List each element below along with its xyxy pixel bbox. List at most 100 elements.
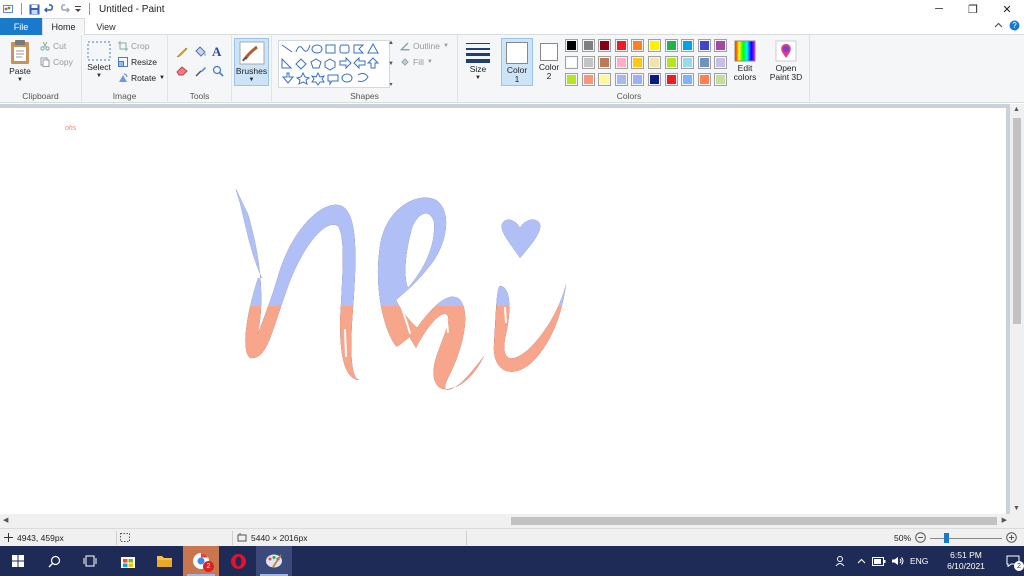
scroll-right-icon[interactable]: ▶	[1002, 516, 1007, 524]
taskbar-opera[interactable]	[220, 546, 256, 576]
save-icon[interactable]	[29, 4, 40, 15]
fill-bucket-icon[interactable]	[194, 45, 207, 60]
select-button[interactable]: Select ▼	[85, 41, 113, 81]
outline-button[interactable]: Outline ▼	[400, 41, 449, 51]
color2-button[interactable]: Color 2	[535, 40, 563, 81]
tab-file[interactable]: File	[0, 18, 42, 35]
open-paint3d-button[interactable]: Open Paint 3D	[767, 40, 805, 82]
size-button[interactable]: Size ▼	[463, 41, 493, 83]
pencil-icon[interactable]	[176, 46, 188, 60]
text-tool-icon[interactable]: A	[212, 44, 221, 60]
color-swatch[interactable]	[664, 39, 678, 52]
clock[interactable]: 6:51 PM 6/10/2021	[940, 550, 992, 572]
notification-center-button[interactable]: 2	[1000, 555, 1024, 571]
cut-button[interactable]: Cut	[40, 41, 66, 51]
color-swatch[interactable]	[631, 39, 645, 52]
crop-button[interactable]: Crop	[118, 41, 149, 51]
paint-app-icon[interactable]	[2, 3, 14, 15]
collapse-ribbon-icon[interactable]	[994, 21, 1003, 32]
battery-icon[interactable]	[870, 556, 888, 566]
vertical-scroll-thumb[interactable]	[1013, 118, 1021, 324]
taskbar-chrome[interactable]: 2	[183, 546, 219, 576]
drawing-canvas[interactable]: ohs	[0, 108, 1006, 514]
brushes-button[interactable]: Brushes ▼	[234, 38, 269, 86]
fill-button[interactable]: Fill ▼	[400, 57, 433, 67]
taskbar-app-store[interactable]	[110, 546, 146, 576]
magnifier-icon[interactable]	[212, 65, 224, 79]
color-picker-icon[interactable]	[195, 65, 207, 79]
color-swatch[interactable]	[581, 56, 595, 69]
undo-icon[interactable]	[44, 3, 55, 15]
color-swatch[interactable]	[681, 39, 695, 52]
open-paint3d-label-2: Paint 3D	[769, 72, 803, 82]
color-swatch[interactable]	[697, 39, 711, 52]
color-swatch[interactable]	[631, 73, 645, 86]
color-swatch[interactable]	[714, 39, 728, 52]
color-swatch[interactable]	[614, 73, 628, 86]
color-swatch-fill	[616, 41, 626, 50]
color-swatch[interactable]	[648, 39, 661, 52]
zoom-slider[interactable]	[930, 533, 1003, 543]
volume-icon[interactable]	[888, 556, 906, 566]
color-swatch[interactable]	[681, 73, 695, 86]
tab-view[interactable]: View	[85, 18, 127, 35]
color-swatch[interactable]	[697, 73, 711, 86]
shapes-gallery[interactable]	[278, 40, 390, 88]
edit-colors-button[interactable]: Edit colors	[731, 40, 759, 82]
taskbar-file-explorer[interactable]	[146, 546, 182, 576]
search-icon	[48, 555, 60, 567]
people-icon[interactable]	[830, 555, 852, 567]
zoom-out-button[interactable]	[915, 531, 926, 545]
restore-button[interactable]: ❐	[956, 0, 990, 18]
redo-icon[interactable]	[59, 3, 70, 15]
language-indicator[interactable]: ENG	[910, 556, 936, 566]
paste-button[interactable]: Paste ▼	[6, 39, 34, 85]
scroll-up-icon[interactable]: ▲	[1013, 106, 1020, 113]
image-group-label: Image	[112, 91, 137, 101]
color-swatch[interactable]	[565, 73, 578, 86]
color-swatch[interactable]	[614, 56, 628, 69]
task-view-button[interactable]	[72, 546, 108, 576]
color-swatch[interactable]	[614, 39, 628, 52]
customize-qat-icon[interactable]	[74, 5, 82, 13]
color-swatch[interactable]	[565, 39, 578, 52]
color-swatch[interactable]	[664, 56, 678, 69]
start-button[interactable]	[0, 546, 36, 576]
color-swatch[interactable]	[598, 56, 612, 69]
copy-button[interactable]: Copy	[40, 57, 73, 67]
color-swatch[interactable]	[714, 73, 728, 86]
color-swatch[interactable]	[697, 56, 711, 69]
help-icon[interactable]: ?	[1009, 20, 1020, 33]
scroll-down-icon[interactable]: ▼	[1013, 505, 1020, 512]
color-swatch[interactable]	[681, 56, 695, 69]
taskbar-paint[interactable]	[256, 546, 292, 576]
minimize-button[interactable]: ─	[922, 0, 956, 18]
eraser-icon[interactable]	[176, 66, 188, 78]
color-swatch[interactable]	[598, 39, 612, 52]
color-swatch[interactable]	[565, 56, 578, 69]
vertical-scrollbar[interactable]: ▲ ▼	[1010, 104, 1024, 514]
zoom-in-button[interactable]	[1006, 531, 1017, 545]
resize-label: Resize	[131, 57, 157, 67]
scroll-left-icon[interactable]: ◀	[3, 516, 8, 524]
color-swatch[interactable]	[581, 39, 595, 52]
color-swatch[interactable]	[581, 73, 595, 86]
show-hidden-icons[interactable]	[852, 557, 870, 566]
shapes-gallery-scroll[interactable]: ▲ ▼ ▾	[386, 40, 396, 88]
resize-button[interactable]: Resize	[118, 57, 157, 67]
color-swatch[interactable]	[648, 73, 661, 86]
zoom-slider-thumb[interactable]	[944, 533, 950, 543]
color-swatch[interactable]	[648, 56, 661, 69]
tab-home[interactable]: Home	[42, 18, 85, 35]
zoom-level: 50%	[894, 533, 912, 543]
color-swatch[interactable]	[598, 73, 612, 86]
color-swatch[interactable]	[631, 56, 645, 69]
color1-button[interactable]: Color 1	[501, 38, 533, 86]
horizontal-scrollbar[interactable]: ◀ ▶	[0, 514, 1010, 528]
rotate-button[interactable]: Rotate ▼	[118, 73, 165, 83]
close-button[interactable]: ✕	[990, 0, 1024, 18]
color-swatch[interactable]	[714, 56, 728, 69]
color-swatch[interactable]	[664, 73, 678, 86]
horizontal-scroll-thumb[interactable]	[511, 517, 997, 525]
search-button[interactable]	[36, 546, 72, 576]
